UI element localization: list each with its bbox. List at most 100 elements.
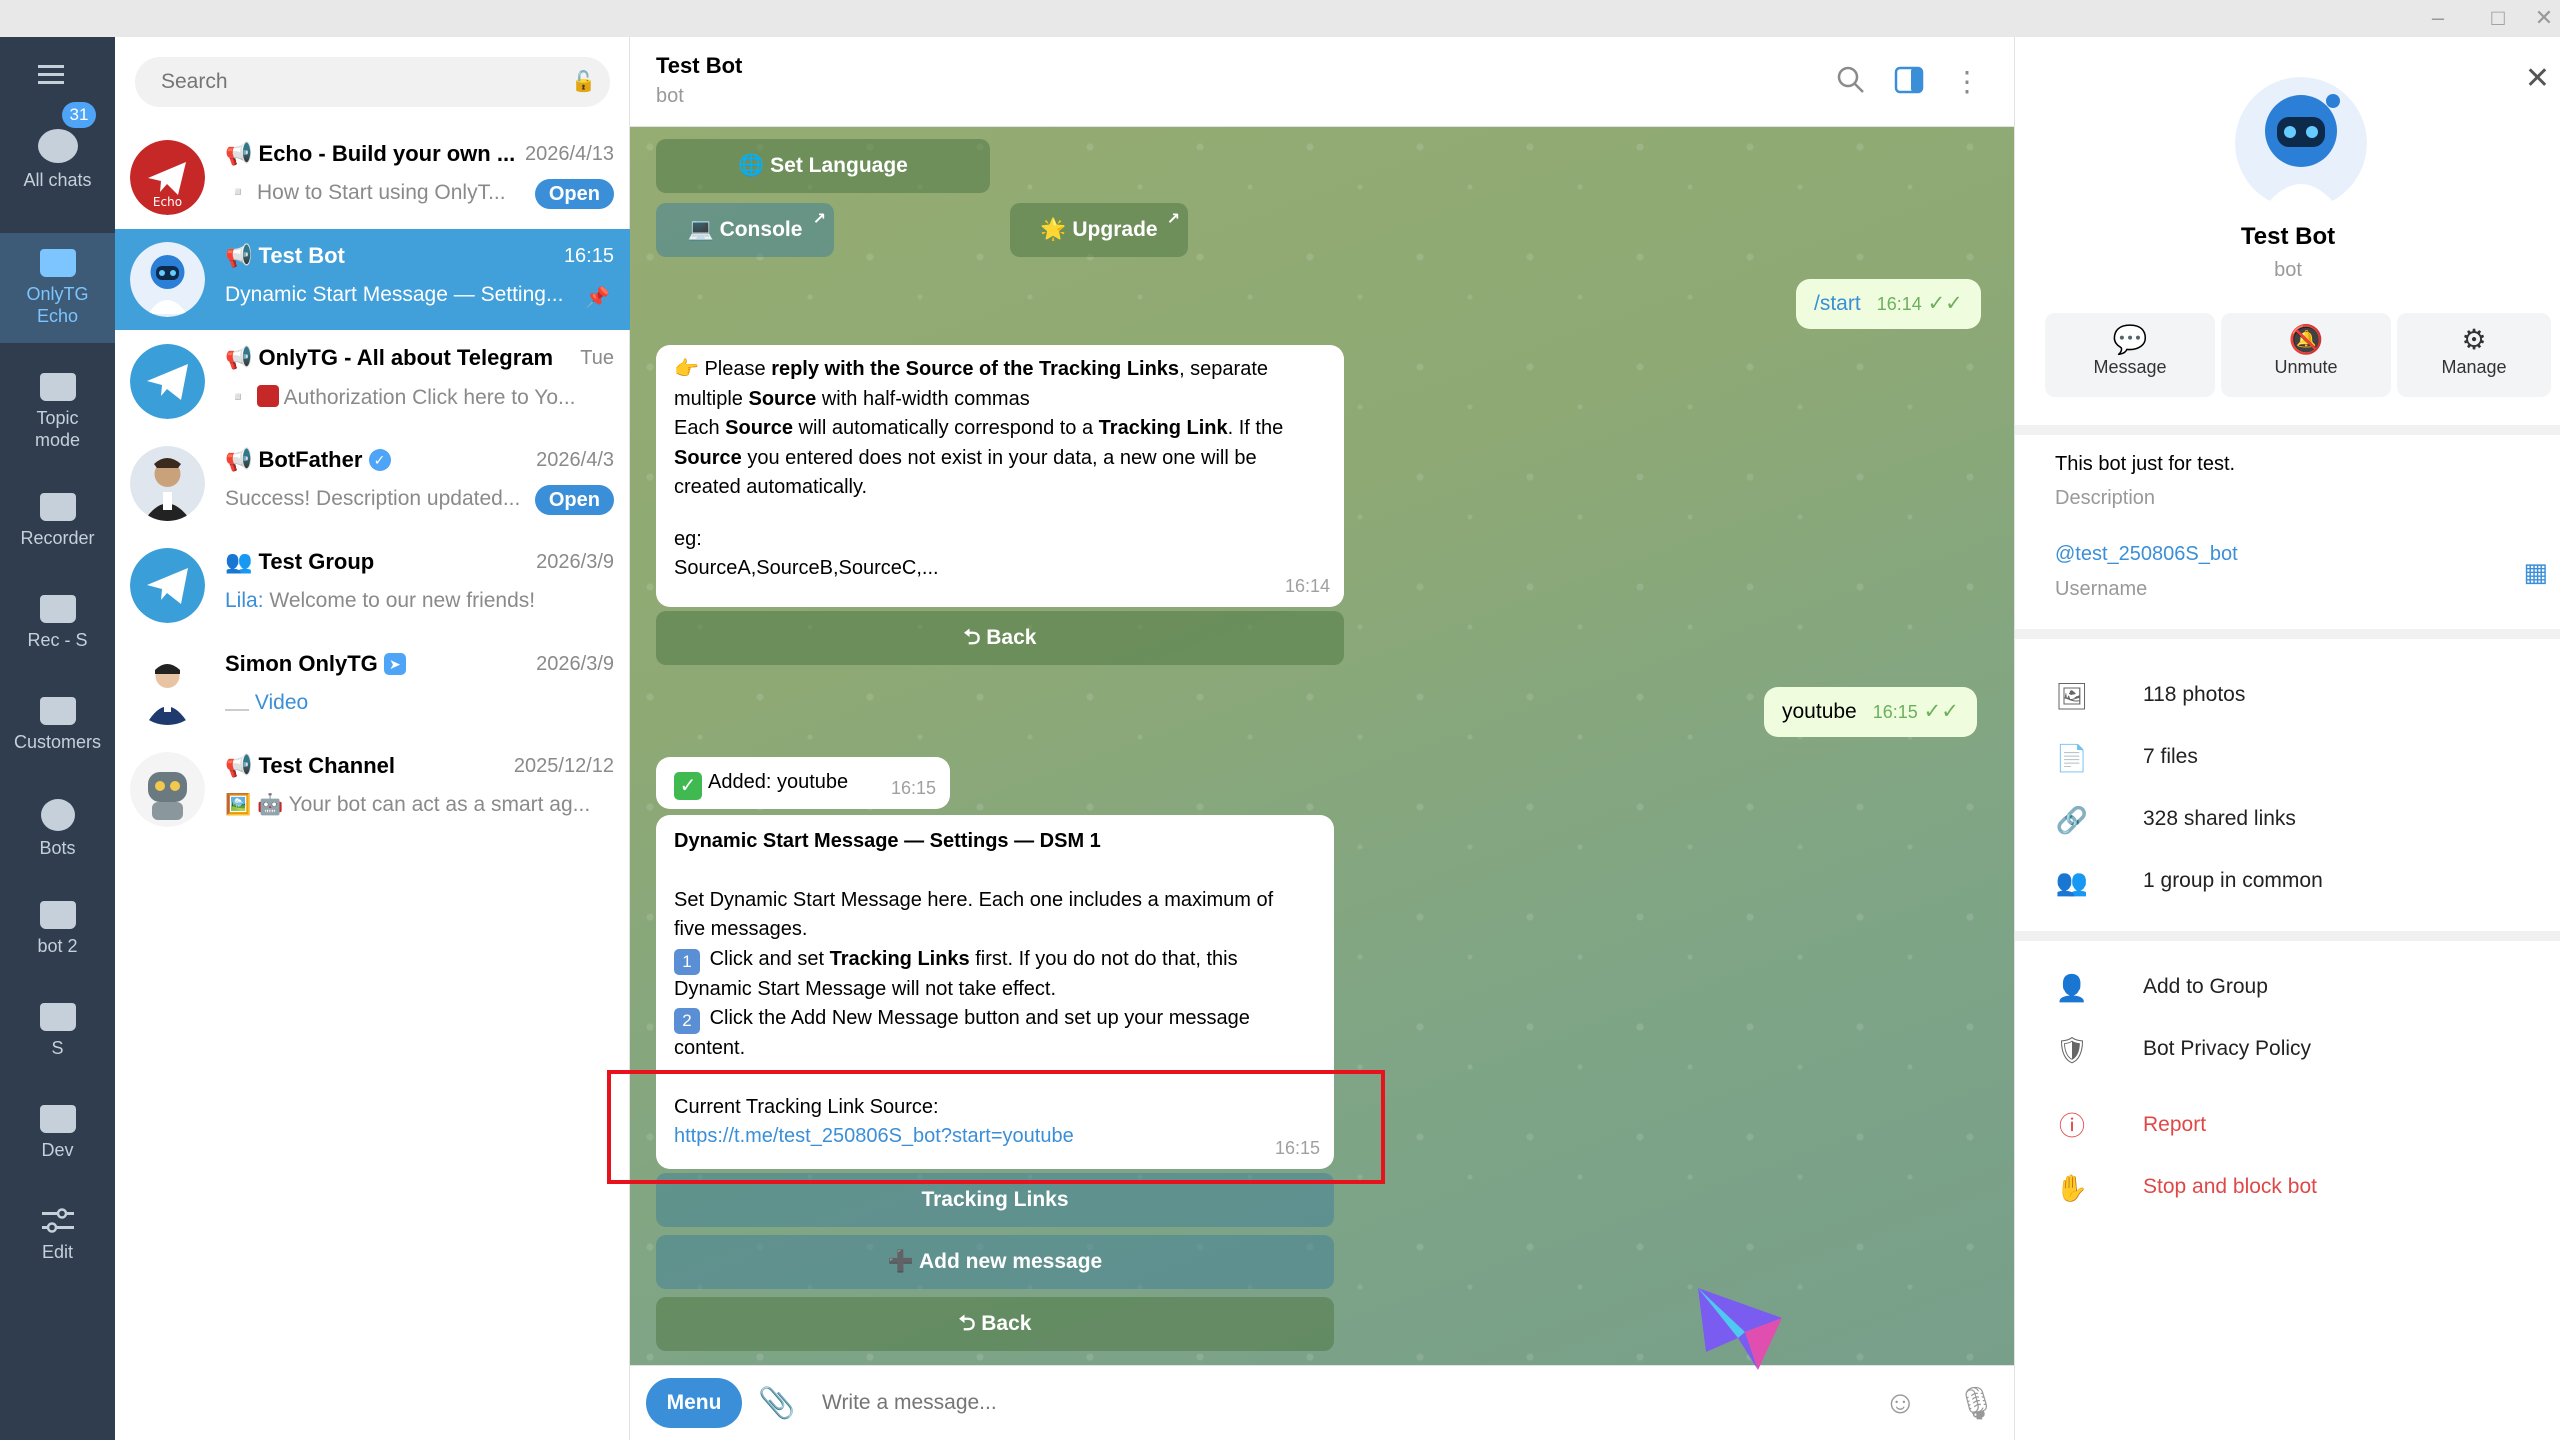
- photo-icon: 🖼: [2055, 681, 2089, 711]
- groups-in-common-row[interactable]: 👥 1 group in common: [2015, 851, 2560, 911]
- minimize-icon[interactable]: –: [2418, 4, 2458, 32]
- folder-rec-s[interactable]: Rec - S: [0, 579, 115, 679]
- incoming-message-added[interactable]: ✓ Added: youtube 16:15: [656, 757, 950, 809]
- folder-dev[interactable]: Dev: [0, 1089, 115, 1189]
- folder-topic-mode[interactable]: Topic mode: [0, 357, 115, 457]
- back-button[interactable]: ⮌ Back: [656, 611, 1344, 665]
- outgoing-message-start[interactable]: /start 16:14 ✓✓: [1796, 279, 1981, 329]
- report-row[interactable]: ⓘ Report: [2015, 1095, 2560, 1155]
- close-panel-icon[interactable]: ✕: [2525, 61, 2550, 96]
- folder-customers[interactable]: Customers: [0, 681, 115, 781]
- manage-button[interactable]: ⚙ Manage: [2397, 313, 2551, 397]
- lock-icon[interactable]: 🔓: [571, 69, 596, 93]
- outgoing-message-youtube[interactable]: youtube 16:15 ✓✓: [1764, 687, 1977, 737]
- open-button[interactable]: Open: [534, 485, 614, 515]
- add-to-group-row[interactable]: 👤 Add to Group: [2015, 957, 2560, 1017]
- folder-all-chats[interactable]: All chats: [0, 115, 115, 215]
- profile-status: bot: [2274, 259, 2302, 281]
- folder-onlytg-echo[interactable]: OnlyTG Echo: [0, 233, 115, 343]
- chat-preview: 🖼️ 🤖 Your bot can act as a smart ag...: [225, 793, 591, 816]
- unmute-button[interactable]: 🔕 Unmute: [2221, 313, 2391, 397]
- maximize-icon[interactable]: □: [2478, 4, 2518, 32]
- chat-title: 👥 Test Group: [225, 549, 375, 574]
- message-area[interactable]: 🌐 Set Language 💻 Console ↗ 🌟 Upgrade ↗ /st…: [630, 127, 2014, 1365]
- incoming-message-source[interactable]: 👉 Please reply with the Source of the Tr…: [656, 345, 1344, 607]
- folder-edit[interactable]: Edit: [0, 1191, 115, 1291]
- window-titlebar: – □ ✕: [0, 0, 2560, 37]
- console-button[interactable]: 💻 Console ↗: [656, 203, 834, 257]
- folder-label: Customers: [13, 732, 102, 752]
- more-options-icon[interactable]: ⋮: [1950, 65, 1984, 99]
- link-icon: 🔗: [2055, 805, 2089, 835]
- chat-item-botfather[interactable]: 📢 BotFather ✓ 2026/4/3 Success! Descript…: [115, 433, 630, 534]
- users-icon: 👥: [2055, 867, 2089, 897]
- folder-label: bot 2: [37, 936, 78, 956]
- chat-time: 16:15: [563, 245, 614, 267]
- attach-icon[interactable]: 📎: [758, 1386, 795, 1421]
- hamburger-menu-icon[interactable]: [38, 63, 72, 87]
- message-button[interactable]: 💬 Message: [2045, 313, 2215, 397]
- chat-item-onlytg[interactable]: 📢 OnlyTG - All about Telegram Tue ▫️ Aut…: [115, 331, 630, 432]
- files-row[interactable]: 📄 7 files: [2015, 727, 2560, 787]
- external-link-icon: ↗: [1166, 211, 1180, 228]
- folder-icon: [39, 1003, 76, 1031]
- microphone-icon[interactable]: 🎙: [1956, 1384, 1997, 1422]
- folder-icon: [39, 493, 76, 521]
- bot-menu-button[interactable]: Menu: [646, 1378, 742, 1428]
- folder-bot-2[interactable]: bot 2: [0, 885, 115, 985]
- shared-links-row[interactable]: 🔗 328 shared links: [2015, 789, 2560, 849]
- bot-username[interactable]: @test_250806S_bot: [2055, 543, 2238, 566]
- folder-bots[interactable]: Bots: [0, 783, 115, 883]
- folder-recorder[interactable]: Recorder: [0, 477, 115, 577]
- chat-time: Tue: [580, 347, 614, 369]
- chat-preview: Dynamic Start Message — Setting...: [225, 283, 564, 306]
- folder-label: S: [51, 1038, 64, 1058]
- bot-icon: [40, 799, 75, 831]
- stop-and-block-row[interactable]: ✋ Stop and block bot: [2015, 1157, 2560, 1217]
- search-icon[interactable]: [1834, 65, 1868, 99]
- window-close-icon[interactable]: ✕: [2528, 4, 2560, 32]
- chat-title: 📢 Test Bot: [225, 243, 345, 268]
- add-new-message-button[interactable]: ➕ Add new message: [656, 1235, 1334, 1289]
- folder-s[interactable]: S: [0, 987, 115, 1087]
- photos-row[interactable]: 🖼 118 photos: [2015, 665, 2560, 725]
- number-two-icon: 2: [674, 1008, 700, 1034]
- upgrade-button[interactable]: 🌟 Upgrade ↗: [1010, 203, 1188, 257]
- open-button[interactable]: Open: [534, 179, 614, 209]
- hand-icon: ✋: [2055, 1173, 2089, 1203]
- qr-code-icon[interactable]: ▦: [2523, 557, 2548, 588]
- folder-icon: [39, 595, 76, 623]
- folder-label: Topic mode: [34, 408, 81, 450]
- incoming-message-dsm-settings[interactable]: Dynamic Start Message — Settings — DSM 1…: [656, 815, 1334, 1169]
- set-language-button[interactable]: 🌐 Set Language: [656, 139, 990, 193]
- side-panel-icon[interactable]: [1892, 65, 1926, 99]
- message-input[interactable]: [822, 1378, 1872, 1428]
- avatar: [130, 446, 205, 521]
- search-input[interactable]: [135, 57, 610, 107]
- emoji-icon[interactable]: ☺: [1884, 1384, 1917, 1421]
- folder-label: OnlyTG Echo: [26, 284, 89, 326]
- chat-item-test-group[interactable]: 👥 Test Group 2026/3/9 Lila: Welcome to o…: [115, 535, 630, 636]
- back-button-2[interactable]: ⮌ Back: [656, 1297, 1334, 1351]
- chat-header-name: Test Bot: [656, 53, 743, 78]
- chat-item-test-channel[interactable]: 📢 Test Channel 2025/12/12 🖼️ 🤖 Your bot …: [115, 739, 630, 840]
- chat-header[interactable]: Test Bot bot ⋮: [630, 37, 2014, 127]
- tracking-link[interactable]: https://t.me/test_250806S_bot?start=yout…: [674, 1122, 1316, 1152]
- unread-badge: 31: [62, 102, 96, 128]
- chats-icon: [37, 129, 78, 163]
- chat-time: 2026/4/3: [536, 449, 614, 471]
- add-user-icon: 👤: [2055, 973, 2089, 1003]
- folder-icon: [39, 373, 76, 401]
- chat-item-simon[interactable]: Simon OnlyTG ➤ 2026/3/9 Video: [115, 637, 630, 738]
- chat-time: 2026/4/13: [525, 143, 614, 165]
- chat-item-echo[interactable]: Echo 📢 Echo - Build your own ... 2026/4/…: [115, 127, 630, 228]
- alert-icon: ⓘ: [2058, 1111, 2085, 1141]
- tracking-links-button[interactable]: Tracking Links: [656, 1173, 1334, 1227]
- chat-item-test-bot[interactable]: 📢 Test Bot 16:15 Dynamic Start Message —…: [115, 229, 630, 330]
- avatar: [130, 752, 205, 827]
- bot-privacy-policy-row[interactable]: 🛡 Bot Privacy Policy: [2015, 1019, 2560, 1079]
- external-link-icon: ↗: [812, 211, 826, 228]
- chat-title: 📢 Echo - Build your own ...: [225, 141, 516, 166]
- telegram-icon: ➤: [383, 653, 406, 675]
- folder-label: Rec - S: [27, 630, 88, 650]
